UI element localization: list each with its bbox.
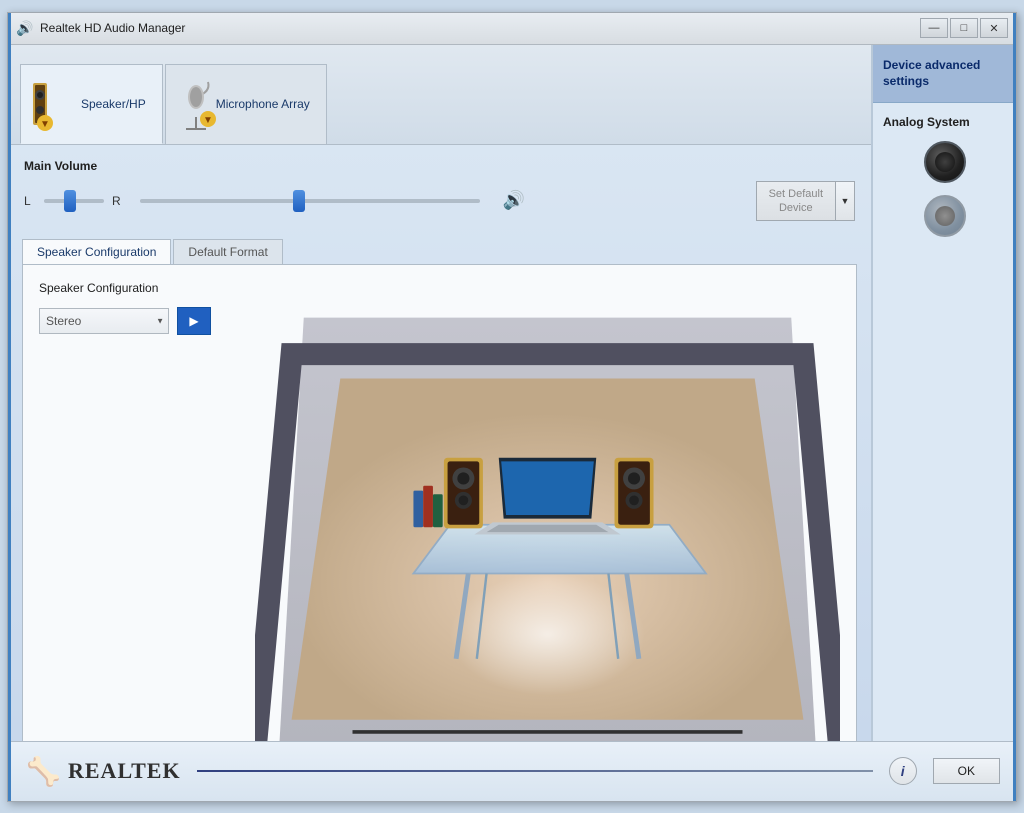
window-title: Realtek HD Audio Manager (40, 21, 920, 35)
realtek-logo: 🦴 REALTEK (24, 753, 181, 789)
device-tabs-row: ▼ Speaker/HP (8, 45, 871, 145)
right-channel-label: R (112, 194, 124, 208)
audio-port-inner-inactive (935, 206, 955, 226)
ok-button[interactable]: OK (933, 758, 1000, 784)
room-svg (255, 281, 840, 740)
tab-speaker-hp-label: Speaker/HP (81, 97, 146, 111)
speaker-hp-icon: ▼ (31, 75, 81, 133)
close-button[interactable]: ✕ (980, 18, 1008, 38)
main-window: 🔊 Realtek HD Audio Manager — □ ✕ (7, 12, 1017, 802)
content-area: ▼ Speaker/HP (8, 45, 871, 741)
bottom-divider-line (197, 770, 873, 772)
main-volume-track (140, 199, 480, 203)
maximize-button[interactable]: □ (950, 18, 978, 38)
minimize-button[interactable]: — (920, 18, 948, 38)
speaker-controls: Speaker Configuration Stereo Quadraphoni… (39, 281, 239, 740)
set-default-device-dropdown[interactable]: ▼ (835, 181, 855, 222)
tab-panel-area: Speaker Configuration Default Format Spe… (8, 229, 871, 740)
audio-port-inner-active (935, 152, 955, 172)
realtek-logo-icon: 🦴 (24, 753, 60, 789)
app-icon: 🔊 (16, 19, 34, 37)
svg-text:▼: ▼ (40, 119, 50, 130)
tab-microphone-array[interactable]: ▼ Microphone Array (165, 64, 327, 144)
titlebar: 🔊 Realtek HD Audio Manager — □ ✕ (8, 13, 1016, 45)
room-visualization (255, 281, 840, 740)
device-advanced-settings-button[interactable]: Device advanced settings (873, 45, 1016, 104)
main-body: ▼ Speaker/HP (8, 45, 1016, 741)
analog-system-label: Analog System (883, 115, 970, 129)
volume-row: L R 🔊 (24, 181, 855, 222)
tab-default-format[interactable]: Default Format (173, 239, 282, 264)
info-button[interactable]: i (889, 757, 917, 785)
speaker-configuration-panel: Speaker Configuration Stereo Quadraphoni… (22, 264, 857, 740)
microphone-array-icon: ▼ (176, 77, 216, 132)
volume-section: Main Volume L R � (8, 145, 871, 230)
audio-port-active-button[interactable] (924, 141, 966, 183)
volume-mute-button[interactable]: 🔊 (496, 187, 532, 215)
volume-icon: 🔊 (503, 190, 525, 211)
tab-microphone-array-label: Microphone Array (216, 97, 310, 111)
right-sidebar: Device advanced settings Analog System (871, 45, 1016, 741)
left-volume-slider-container (44, 199, 104, 203)
play-test-button[interactable] (177, 307, 211, 335)
titlebar-buttons: — □ ✕ (920, 18, 1008, 38)
audio-port-inactive-button[interactable] (924, 195, 966, 237)
realtek-logo-text: REALTEK (68, 758, 181, 784)
analog-system-section: Analog System (873, 103, 1016, 249)
left-channel-label: L (24, 194, 36, 208)
inner-tabs: Speaker Configuration Default Format (22, 239, 857, 264)
tab-speaker-hp[interactable]: ▼ Speaker/HP (20, 64, 163, 144)
left-volume-thumb[interactable] (64, 190, 76, 212)
speaker-config-section-label: Speaker Configuration (39, 281, 239, 295)
left-volume-track (44, 199, 104, 203)
set-default-device-group: Set DefaultDevice ▼ (756, 181, 855, 222)
volume-label: Main Volume (24, 159, 855, 173)
svg-text:▼: ▼ (203, 115, 213, 126)
tab-speaker-configuration[interactable]: Speaker Configuration (22, 239, 171, 264)
set-default-device-button[interactable]: Set DefaultDevice (756, 181, 835, 222)
svg-text:🦴: 🦴 (26, 754, 60, 788)
main-volume-thumb[interactable] (293, 190, 305, 212)
config-row: Stereo Quadraphonic 5.1 Speaker 7.1 Spea… (39, 307, 239, 335)
panel-inner: Speaker Configuration Stereo Quadraphoni… (39, 281, 840, 740)
speaker-config-select[interactable]: Stereo Quadraphonic 5.1 Speaker 7.1 Spea… (39, 308, 169, 334)
bottom-bar: 🦴 REALTEK i OK (8, 741, 1016, 801)
stereo-select-wrapper: Stereo Quadraphonic 5.1 Speaker 7.1 Spea… (39, 308, 169, 334)
